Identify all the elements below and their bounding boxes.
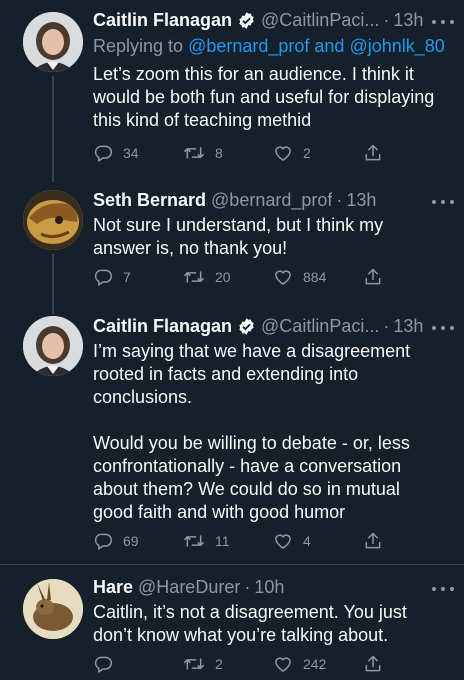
retweet-icon	[184, 535, 204, 547]
reply-button[interactable]	[93, 653, 123, 675]
share-icon	[365, 532, 381, 549]
verified-badge-icon	[237, 317, 256, 336]
reply-count: 7	[123, 269, 131, 285]
tweet-header: Caitlin Flanagan @CaitlinPaci... · 13h	[93, 314, 452, 338]
verified-badge-icon	[237, 11, 256, 30]
like-icon	[275, 657, 291, 672]
tweet-actions: 69 11 4	[93, 530, 393, 552]
retweet-icon	[184, 147, 204, 159]
reply-icon	[94, 656, 113, 673]
reply-button[interactable]: 7	[93, 266, 131, 288]
author-handle[interactable]: @CaitlinPaci...	[261, 316, 379, 337]
separator-dot: ·	[244, 576, 251, 597]
tweet-header: Caitlin Flanagan @CaitlinPaci... · 13h	[93, 8, 452, 32]
mention-link[interactable]: @bernard_prof	[188, 36, 309, 56]
like-icon	[275, 270, 291, 285]
tweet-header: Seth Bernard @bernard_prof · 13h	[93, 188, 452, 212]
timestamp[interactable]: 13h	[393, 10, 423, 31]
retweet-button[interactable]: 8	[183, 142, 223, 164]
retweet-count: 20	[215, 269, 231, 285]
timestamp[interactable]: 13h	[346, 190, 376, 211]
reply-count: 34	[123, 145, 139, 161]
tweet-actions: 7 20 884	[93, 266, 393, 288]
tweet-text: I’m saying that we have a disagreement r…	[93, 341, 411, 522]
tweet-text: Caitlin, it’s not a disagreement. You ju…	[93, 602, 407, 645]
like-button[interactable]: 2	[273, 142, 311, 164]
author-handle[interactable]: @HareDurer	[138, 577, 240, 598]
more-options-icon[interactable]	[432, 12, 454, 32]
like-button[interactable]: 242	[273, 653, 326, 675]
author-handle[interactable]: @bernard_prof	[211, 190, 332, 211]
separator-dot: ·	[383, 9, 390, 30]
share-icon	[365, 655, 381, 672]
reply-icon	[94, 269, 113, 286]
retweet-icon	[184, 658, 204, 670]
author-name[interactable]: Caitlin Flanagan	[93, 316, 232, 337]
more-options-icon[interactable]	[432, 192, 454, 212]
more-options-icon[interactable]	[432, 318, 454, 338]
like-count: 4	[303, 533, 311, 549]
author-name[interactable]: Caitlin Flanagan	[93, 10, 232, 31]
tweet-actions: 2 242	[93, 653, 393, 675]
tweet-header: Hare @HareDurer · 10h	[93, 575, 452, 599]
like-icon	[275, 534, 291, 549]
tweet-text: Let’s zoom this for an audience. I think…	[93, 64, 435, 130]
like-count: 242	[303, 656, 327, 672]
replying-to: Replying to @bernard_prof and @johnlk_80	[93, 36, 445, 57]
mention-link[interactable]: @johnlk_80	[349, 36, 444, 56]
reply-count: 69	[123, 533, 139, 549]
tweet-divider	[0, 564, 464, 565]
like-button[interactable]: 4	[273, 530, 311, 552]
author-name[interactable]: Hare	[93, 577, 133, 598]
author-name[interactable]: Seth Bernard	[93, 190, 206, 211]
like-icon	[275, 146, 291, 161]
like-button[interactable]: 884	[273, 266, 326, 288]
avatar[interactable]	[23, 12, 83, 72]
author-handle[interactable]: @CaitlinPaci...	[261, 10, 379, 31]
share-button[interactable]	[363, 142, 393, 164]
reply-button[interactable]: 34	[93, 142, 139, 164]
retweet-icon	[184, 271, 204, 283]
timestamp[interactable]: 13h	[393, 316, 423, 337]
retweet-count: 11	[215, 533, 230, 549]
tweet-text: Not sure I understand, but I think my an…	[93, 215, 384, 258]
more-options-icon[interactable]	[432, 579, 454, 599]
share-icon	[365, 144, 381, 161]
separator-dot: ·	[336, 189, 343, 210]
tweet-actions: 34 8 2	[93, 142, 393, 164]
retweet-count: 8	[215, 145, 223, 161]
like-count: 2	[303, 145, 311, 161]
avatar[interactable]	[23, 579, 83, 639]
reply-icon	[94, 145, 113, 162]
reply-button[interactable]: 69	[93, 530, 139, 552]
reply-icon	[94, 533, 113, 550]
timestamp[interactable]: 10h	[254, 577, 284, 598]
retweet-button[interactable]: 11	[183, 530, 230, 552]
replying-and: and	[309, 36, 350, 56]
thread-line	[52, 76, 54, 182]
separator-dot: ·	[383, 315, 390, 336]
share-button[interactable]	[363, 266, 393, 288]
replying-prefix: Replying to	[93, 36, 189, 56]
share-button[interactable]	[363, 530, 393, 552]
thread-line	[52, 254, 54, 314]
avatar[interactable]	[23, 316, 83, 376]
avatar[interactable]	[23, 190, 83, 250]
share-button[interactable]	[363, 653, 393, 675]
share-icon	[365, 268, 381, 285]
retweet-button[interactable]: 20	[183, 266, 231, 288]
retweet-count: 2	[215, 656, 223, 672]
retweet-button[interactable]: 2	[183, 653, 223, 675]
like-count: 884	[303, 269, 327, 285]
